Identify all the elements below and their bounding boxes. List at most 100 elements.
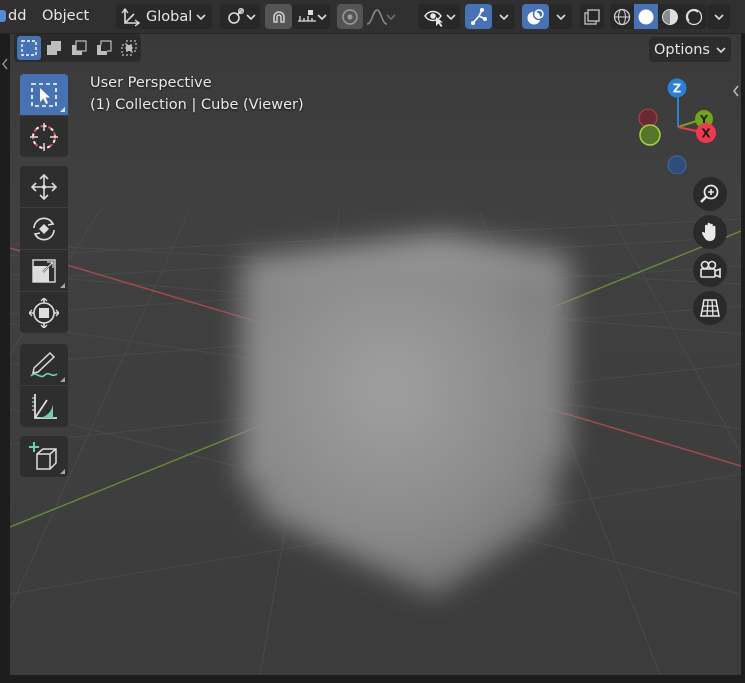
tool-rotate[interactable] bbox=[20, 208, 68, 249]
select-new-icon bbox=[21, 40, 37, 56]
sidebar-toggle-icon[interactable] bbox=[730, 81, 742, 101]
show-gizmo-toggle[interactable] bbox=[465, 4, 492, 29]
zoom-icon bbox=[700, 184, 719, 203]
snap-increment-icon bbox=[298, 9, 316, 22]
tool-scale[interactable] bbox=[20, 250, 68, 291]
select-invert-icon bbox=[97, 40, 112, 55]
proportional-edit-icon bbox=[342, 8, 358, 25]
shading-wireframe[interactable] bbox=[610, 4, 634, 29]
overlays-dropdown[interactable] bbox=[549, 4, 572, 29]
show-overlays-toggle[interactable] bbox=[522, 4, 549, 29]
grid-ortho-icon bbox=[700, 299, 720, 317]
select-box-icon bbox=[31, 82, 57, 107]
tool-variants-indicator bbox=[60, 283, 65, 288]
select-extend-icon bbox=[47, 41, 61, 55]
tool-variants-indicator bbox=[60, 377, 65, 382]
chevron-down-icon bbox=[386, 14, 396, 21]
gizmo-icon bbox=[470, 7, 487, 25]
gizmo-neg-y[interactable] bbox=[639, 124, 661, 146]
tool-variants-indicator bbox=[60, 469, 65, 474]
right-region-edge bbox=[741, 34, 745, 683]
tool-add-cube[interactable] bbox=[20, 436, 68, 477]
select-mode-bar bbox=[14, 34, 141, 62]
overlays-icon bbox=[527, 7, 545, 24]
selectability-visibility-dropdown[interactable] bbox=[418, 4, 460, 29]
rendered-icon bbox=[685, 8, 703, 25]
tool-annotate[interactable] bbox=[20, 344, 68, 385]
select-mode-subtract[interactable] bbox=[67, 36, 91, 60]
shading-material[interactable] bbox=[658, 4, 682, 29]
chevron-down-icon bbox=[196, 14, 206, 21]
solid-shading-icon bbox=[638, 9, 654, 24]
options-dropdown[interactable]: Options bbox=[649, 37, 731, 62]
falloff-dropdown[interactable] bbox=[363, 4, 399, 29]
orientation-icon bbox=[121, 7, 141, 27]
camera-icon bbox=[700, 260, 721, 279]
rotate-icon bbox=[33, 217, 55, 240]
transform-orientation-dropdown[interactable]: Global bbox=[116, 4, 212, 29]
falloff-curve-icon bbox=[366, 8, 388, 25]
shading-mode-group bbox=[610, 4, 706, 29]
select-mode-invert[interactable] bbox=[92, 36, 116, 60]
transform-icon bbox=[29, 297, 59, 328]
snap-target-dropdown[interactable] bbox=[292, 4, 330, 29]
menu-object-label: Object bbox=[42, 8, 90, 24]
collection-info: (1) Collection | Cube (Viewer) bbox=[90, 97, 304, 113]
chevron-down-icon bbox=[713, 13, 724, 20]
shading-solid[interactable] bbox=[634, 4, 658, 29]
tool-transform[interactable] bbox=[20, 292, 68, 333]
snap-toggle[interactable] bbox=[265, 4, 292, 29]
tool-measure[interactable] bbox=[20, 386, 68, 427]
shading-rendered[interactable] bbox=[682, 4, 706, 29]
chevron-down-icon bbox=[246, 14, 256, 21]
xray-toggle[interactable] bbox=[580, 4, 604, 29]
proportional-editing-toggle[interactable] bbox=[337, 4, 363, 29]
menu-object[interactable]: Object bbox=[37, 4, 94, 28]
gizmo-dropdown[interactable] bbox=[492, 4, 515, 29]
gizmo-z-label: Z bbox=[673, 82, 682, 96]
measure-icon bbox=[32, 393, 57, 419]
menu-add[interactable]: dd bbox=[3, 4, 31, 28]
gizmo-neg-z[interactable] bbox=[667, 155, 687, 174]
orientation-label: Global bbox=[146, 8, 193, 25]
3d-viewport[interactable]: Options User Perspective (1) Collection … bbox=[10, 34, 741, 675]
eye-cursor-icon bbox=[424, 10, 443, 27]
move-icon bbox=[30, 173, 58, 200]
gizmo-x-label: X bbox=[701, 127, 711, 141]
gizmo-neg-x[interactable] bbox=[638, 108, 658, 128]
xray-icon bbox=[584, 8, 600, 25]
chevron-down-icon bbox=[716, 46, 726, 53]
shading-dropdown[interactable] bbox=[707, 4, 730, 29]
pivot-point-dropdown[interactable] bbox=[220, 4, 260, 29]
tool-move[interactable] bbox=[20, 166, 68, 207]
viewport-header: dd Object Global bbox=[0, 0, 745, 34]
pan-hand-icon bbox=[701, 222, 716, 241]
zoom-button[interactable] bbox=[693, 177, 727, 211]
tool-select-box[interactable] bbox=[20, 74, 68, 115]
select-intersect-icon bbox=[121, 40, 137, 56]
wireframe-icon bbox=[613, 8, 631, 25]
tool-variants-indicator bbox=[60, 107, 65, 112]
chevron-down-icon bbox=[317, 14, 327, 21]
scale-icon bbox=[32, 258, 56, 283]
add-cube-icon bbox=[29, 441, 57, 470]
select-mode-intersect[interactable] bbox=[117, 36, 141, 60]
camera-view-button[interactable] bbox=[693, 253, 727, 287]
tool-cursor[interactable] bbox=[20, 116, 68, 157]
chevron-down-icon bbox=[446, 14, 456, 21]
chevron-down-icon bbox=[555, 13, 566, 20]
chevron-left-icon[interactable] bbox=[0, 54, 10, 74]
select-mode-new[interactable] bbox=[17, 36, 41, 60]
link-icon bbox=[228, 7, 244, 24]
chevron-down-icon bbox=[498, 13, 509, 20]
select-mode-extend[interactable] bbox=[42, 36, 66, 60]
material-preview-icon bbox=[662, 8, 678, 25]
cursor-icon bbox=[30, 122, 58, 151]
view-name: User Perspective bbox=[90, 75, 212, 91]
options-label: Options bbox=[654, 41, 710, 58]
navigation-gizmo[interactable]: Z Y X bbox=[630, 74, 730, 174]
menu-add-label: dd bbox=[8, 8, 27, 24]
ortho-toggle-button[interactable] bbox=[693, 291, 727, 325]
pan-button[interactable] bbox=[693, 215, 727, 249]
annotate-icon bbox=[30, 351, 58, 377]
